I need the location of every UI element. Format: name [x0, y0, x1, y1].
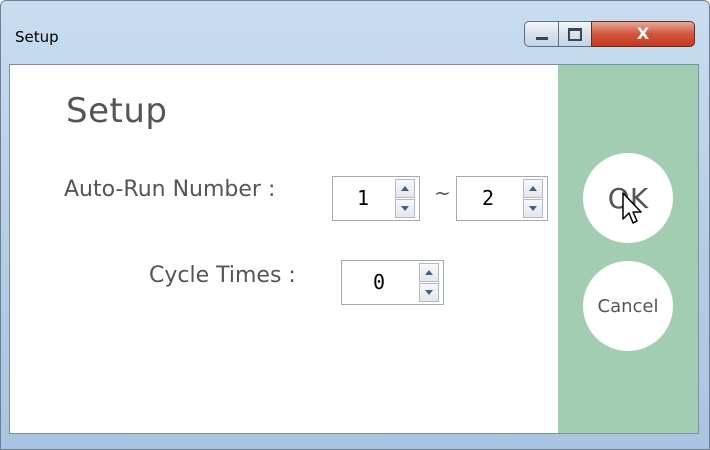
- auto-run-to-increment-button[interactable]: [523, 179, 543, 198]
- cycle-times-decrement-button[interactable]: [419, 283, 439, 302]
- cycle-times-increment-button[interactable]: [419, 263, 439, 282]
- mouse-pointer-icon: [622, 192, 642, 224]
- auto-run-to-decrement-button[interactable]: [523, 199, 543, 218]
- arrow-up-icon: [529, 186, 537, 191]
- auto-run-from-decrement-button[interactable]: [395, 199, 415, 218]
- close-button[interactable]: X: [591, 21, 695, 47]
- arrow-down-icon: [529, 206, 537, 211]
- settings-panel: Setup Auto-Run Number : 1 ~ 2 Cycle Time…: [10, 65, 558, 433]
- arrow-up-icon: [425, 270, 433, 275]
- title-bar[interactable]: Setup X: [1, 1, 709, 61]
- setup-window: Setup X Setup Auto-Run Number : 1 ~ 2 Cy…: [0, 0, 710, 450]
- auto-run-from-increment-button[interactable]: [395, 179, 415, 198]
- arrow-up-icon: [401, 186, 409, 191]
- auto-run-to-value[interactable]: 2: [457, 177, 519, 220]
- minimize-button[interactable]: [524, 21, 559, 47]
- cycle-times-value[interactable]: 0: [342, 261, 416, 304]
- minimize-icon: [535, 36, 548, 40]
- page-title: Setup: [66, 91, 168, 131]
- close-icon: X: [636, 24, 650, 43]
- auto-run-to-spin-buttons: [523, 179, 543, 218]
- auto-run-from-spin-buttons: [395, 179, 415, 218]
- arrow-down-icon: [425, 290, 433, 295]
- range-separator: ~: [434, 181, 451, 205]
- cycle-times-stepper[interactable]: 0: [341, 260, 444, 305]
- arrow-down-icon: [401, 206, 409, 211]
- auto-run-from-value[interactable]: 1: [333, 177, 393, 220]
- dialog-content: Setup Auto-Run Number : 1 ~ 2 Cycle Time…: [9, 64, 699, 434]
- maximize-icon: [568, 27, 582, 41]
- cycle-times-spin-buttons: [419, 263, 439, 302]
- cycle-times-label: Cycle Times :: [149, 263, 296, 288]
- window-title: Setup: [15, 28, 59, 46]
- auto-run-number-label: Auto-Run Number :: [64, 177, 276, 202]
- auto-run-from-stepper[interactable]: 1: [332, 176, 420, 221]
- maximize-button[interactable]: [558, 21, 592, 47]
- auto-run-to-stepper[interactable]: 2: [456, 176, 548, 221]
- cancel-button-label: Cancel: [597, 295, 659, 317]
- action-panel: OK Cancel: [558, 65, 698, 433]
- cancel-button[interactable]: Cancel: [583, 261, 673, 351]
